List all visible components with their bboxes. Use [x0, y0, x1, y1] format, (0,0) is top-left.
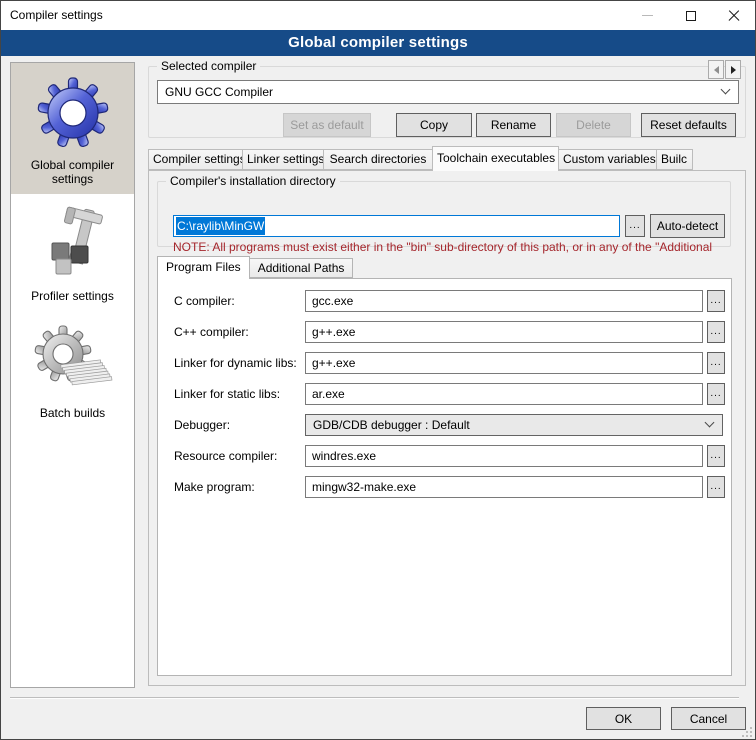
field-row-linker-dynamic: Linker for dynamic libs: ...: [158, 352, 731, 374]
linker-dynamic-browse-button[interactable]: ...: [707, 352, 725, 374]
compiler-settings-dialog: Compiler settings Global compiler settin…: [0, 0, 756, 740]
tab-compiler-settings[interactable]: Compiler settings: [148, 149, 243, 170]
tab-toolchain-executables[interactable]: Toolchain executables: [432, 146, 559, 171]
window-title: Compiler settings: [10, 8, 103, 22]
make-program-browse-button[interactable]: ...: [707, 476, 725, 498]
installation-directory-group: Compiler's installation directory C:\ray…: [157, 181, 731, 247]
field-row-debugger: Debugger: GDB/CDB debugger : Default: [158, 414, 731, 436]
maximize-icon: [686, 11, 696, 21]
installation-directory-value: C:\raylib\MinGW: [176, 217, 265, 235]
c-compiler-browse-button[interactable]: ...: [707, 290, 725, 312]
installation-directory-group-label: Compiler's installation directory: [166, 174, 340, 189]
installation-directory-input[interactable]: C:\raylib\MinGW: [173, 215, 620, 237]
sidebar-item-label: Profiler settings: [13, 289, 132, 303]
installation-directory-note: NOTE: All programs must exist either in …: [173, 240, 729, 254]
tab-program-files[interactable]: Program Files: [157, 256, 250, 279]
close-button[interactable]: [712, 1, 755, 30]
sidebar-item-profiler-settings[interactable]: Profiler settings: [11, 194, 134, 311]
tab-additional-paths[interactable]: Additional Paths: [249, 258, 354, 278]
gray-gear-stack-icon: [32, 320, 114, 402]
reset-defaults-button[interactable]: Reset defaults: [641, 113, 736, 137]
field-row-c-compiler: C compiler: ...: [158, 290, 731, 312]
linker-dynamic-label: Linker for dynamic libs:: [174, 352, 297, 374]
blue-gear-icon: [32, 72, 114, 154]
debugger-value: GDB/CDB debugger : Default: [313, 418, 470, 432]
linker-static-browse-button[interactable]: ...: [707, 383, 725, 405]
resize-grip[interactable]: [742, 727, 752, 737]
arrow-right-icon: [731, 66, 736, 74]
resource-compiler-label: Resource compiler:: [174, 445, 277, 467]
selected-compiler-value: GNU GCC Compiler: [165, 85, 273, 99]
minimize-button[interactable]: [626, 1, 669, 30]
tab-build-truncated[interactable]: Builc: [656, 149, 693, 170]
program-files-tabs: Program Files Additional Paths: [157, 255, 352, 278]
tab-search-directories[interactable]: Search directories: [323, 149, 433, 170]
title-bar[interactable]: Compiler settings: [1, 1, 755, 30]
linker-dynamic-input[interactable]: [305, 352, 703, 374]
chevron-down-icon: [705, 418, 715, 428]
debugger-dropdown[interactable]: GDB/CDB debugger : Default: [305, 414, 723, 436]
cancel-button[interactable]: Cancel: [671, 707, 746, 730]
make-program-input[interactable]: [305, 476, 703, 498]
program-files-page: C compiler: ... C++ compiler: ... Linker…: [157, 278, 732, 676]
tab-scroll-right-button[interactable]: [725, 60, 741, 79]
field-row-resource-compiler: Resource compiler: ...: [158, 445, 731, 467]
linker-static-input[interactable]: [305, 383, 703, 405]
sidebar-item-global-compiler-settings[interactable]: Global compiler settings: [11, 63, 134, 194]
cpp-compiler-label: C++ compiler:: [174, 321, 249, 343]
cpp-compiler-input[interactable]: [305, 321, 703, 343]
resource-compiler-browse-button[interactable]: ...: [707, 445, 725, 467]
selected-compiler-dropdown[interactable]: GNU GCC Compiler: [157, 80, 739, 104]
page-title: Global compiler settings: [1, 30, 755, 56]
arrow-left-icon: [714, 66, 719, 74]
tab-scroll-left-button[interactable]: [708, 60, 724, 79]
minimize-icon: [642, 15, 653, 16]
footer-divider: [10, 697, 739, 699]
c-compiler-input[interactable]: [305, 290, 703, 312]
linker-static-label: Linker for static libs:: [174, 383, 280, 405]
set-as-default-button[interactable]: Set as default: [283, 113, 371, 137]
tab-custom-variables[interactable]: Custom variables: [558, 149, 657, 170]
c-compiler-label: C compiler:: [174, 290, 235, 312]
settings-category-list: Global compiler settings Profiler settin…: [10, 62, 135, 688]
toolchain-executables-page: Compiler's installation directory C:\ray…: [148, 170, 746, 686]
profiler-caliper-icon: [32, 203, 114, 285]
close-icon: [728, 10, 740, 22]
sidebar-item-label: Batch builds: [13, 406, 132, 420]
field-row-cpp-compiler: C++ compiler: ...: [158, 321, 731, 343]
tab-linker-settings[interactable]: Linker settings: [242, 149, 324, 170]
cpp-compiler-browse-button[interactable]: ...: [707, 321, 725, 343]
auto-detect-button[interactable]: Auto-detect: [650, 214, 725, 238]
selected-compiler-group: Selected compiler GNU GCC Compiler Set a…: [148, 66, 746, 138]
chevron-down-icon: [721, 85, 731, 95]
copy-button[interactable]: Copy: [396, 113, 472, 137]
sidebar-item-batch-builds[interactable]: Batch builds: [11, 311, 134, 428]
selected-compiler-group-label: Selected compiler: [157, 59, 260, 74]
field-row-linker-static: Linker for static libs: ...: [158, 383, 731, 405]
resource-compiler-input[interactable]: [305, 445, 703, 467]
ok-button[interactable]: OK: [586, 707, 661, 730]
debugger-label: Debugger:: [174, 414, 230, 436]
rename-button[interactable]: Rename: [476, 113, 551, 137]
delete-button[interactable]: Delete: [556, 113, 631, 137]
sidebar-item-label: Global compiler settings: [13, 158, 132, 186]
field-row-make-program: Make program: ...: [158, 476, 731, 498]
maximize-button[interactable]: [669, 1, 712, 30]
make-program-label: Make program:: [174, 476, 255, 498]
compiler-tabs: Compiler settings Linker settings Search…: [148, 146, 692, 170]
installation-directory-browse-button[interactable]: ...: [625, 215, 645, 237]
